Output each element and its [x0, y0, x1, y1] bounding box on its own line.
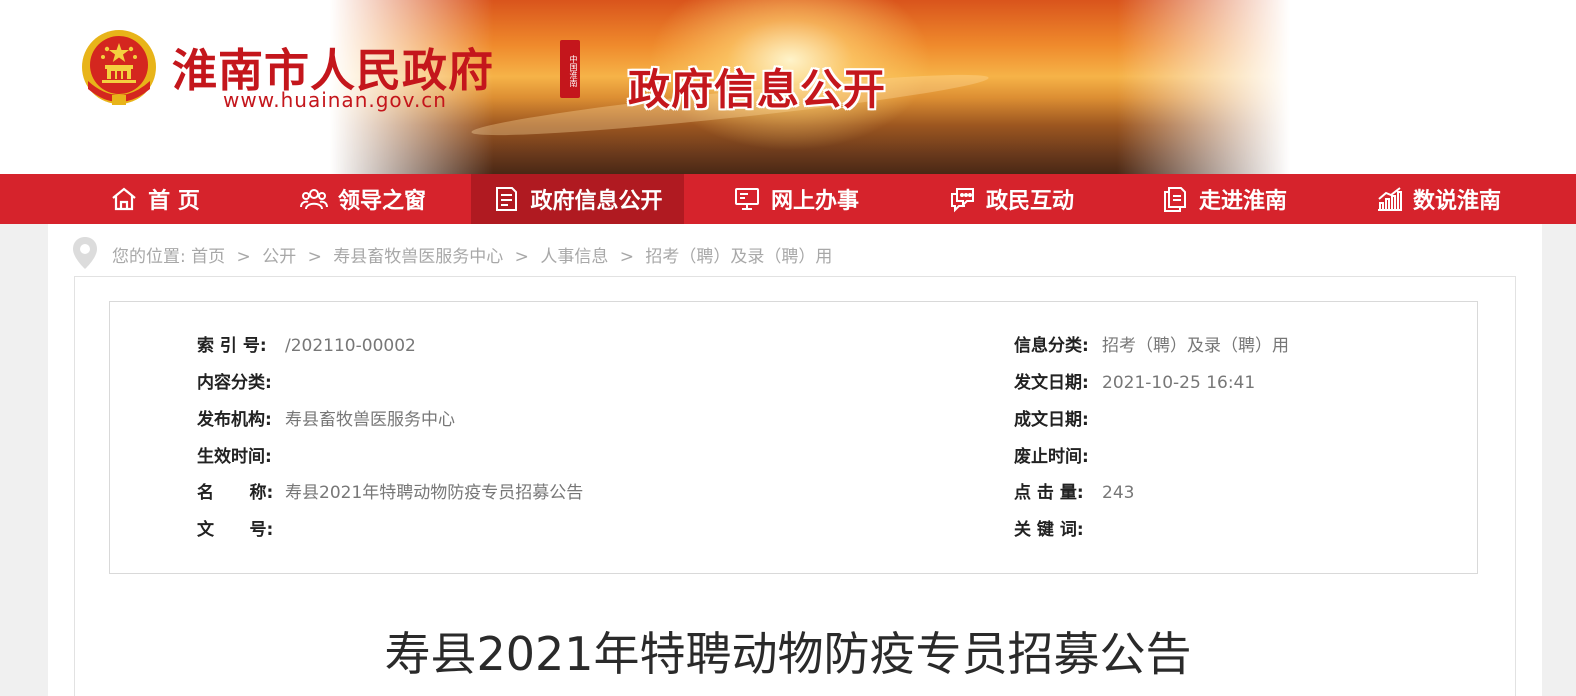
document-icon: [496, 187, 518, 211]
breadcrumb-item-agency[interactable]: 寿县畜牧兽医服务中心: [333, 247, 503, 267]
section-title: 政府信息公开: [628, 65, 887, 114]
seal-stamp: 中国淮南: [560, 40, 580, 98]
meta-views: 点 击 量: 243: [1014, 481, 1134, 505]
nav-item-gov-info[interactable]: 政府信息公开: [471, 174, 684, 224]
site-url[interactable]: www.huainan.gov.cn: [223, 88, 447, 112]
site-banner: 淮南市人民政府 www.huainan.gov.cn 中国淮南 政府信息公开: [0, 0, 1576, 174]
meta-category: 信息分类: 招考（聘）及录（聘）用: [1014, 334, 1289, 358]
breadcrumb-separator: >: [307, 247, 322, 267]
meta-value: /202110-00002: [285, 336, 416, 356]
meta-name: 名 称: 寿县2021年特聘动物防疫专员招募公告: [197, 481, 583, 505]
meta-label: 废止时间:: [1014, 447, 1089, 467]
meta-label: 名 称:: [197, 483, 274, 503]
nav-item-leaders[interactable]: 领导之窗: [270, 174, 456, 224]
meta-label: 内容分类:: [197, 373, 272, 393]
users-icon: [299, 189, 328, 210]
nav-label: 走进淮南: [1198, 189, 1287, 214]
nav-label: 政民互动: [985, 189, 1074, 214]
nav-label: 政府信息公开: [530, 189, 663, 214]
breadcrumb-item-public[interactable]: 公开: [262, 247, 296, 267]
main-nav: 首 页 领导之窗 政府信息公开 网上办事 政民互动 走进淮南 数说淮南: [0, 174, 1576, 224]
pages-icon: [1163, 187, 1186, 212]
breadcrumb: 您的位置: 首页 > 公开 > 寿县畜牧兽医服务中心 > 人事信息 > 招考（聘…: [112, 242, 832, 267]
meta-label: 生效时间:: [197, 447, 272, 467]
home-icon: [112, 187, 136, 211]
breadcrumb-item-recruitment[interactable]: 招考（聘）及录（聘）用: [645, 247, 832, 267]
breadcrumb-prefix: 您的位置:: [112, 247, 186, 267]
meta-label: 发布机构:: [197, 410, 272, 430]
chat-icon: [950, 188, 974, 213]
meta-label: 关 键 词:: [1014, 520, 1084, 540]
meta-label: 成文日期:: [1014, 410, 1089, 430]
national-emblem-icon: [82, 30, 156, 105]
meta-publish-date: 发文日期: 2021-10-25 16:41: [1014, 371, 1255, 395]
nav-item-online-services[interactable]: 网上办事: [710, 174, 882, 224]
meta-label: 点 击 量:: [1014, 483, 1084, 503]
nav-label: 网上办事: [770, 189, 859, 214]
breadcrumb-separator: >: [619, 247, 634, 267]
meta-value: 招考（聘）及录（聘）用: [1102, 336, 1289, 356]
meta-value: 2021-10-25 16:41: [1102, 373, 1256, 393]
meta-value: 243: [1102, 483, 1135, 503]
meta-label: 信息分类:: [1014, 336, 1089, 356]
nav-item-data[interactable]: 数说淮南: [1352, 174, 1524, 224]
nav-item-about[interactable]: 走进淮南: [1138, 174, 1310, 224]
nav-label: 数说淮南: [1412, 189, 1501, 214]
meta-label: 发文日期:: [1014, 373, 1089, 393]
meta-publisher: 发布机构: 寿县畜牧兽医服务中心: [197, 408, 455, 432]
meta-label: 文 号:: [197, 520, 274, 540]
article-title: 寿县2021年特聘动物防疫专员招募公告: [384, 627, 1192, 681]
breadcrumb-separator: >: [514, 247, 529, 267]
location-pin-icon: [73, 237, 97, 269]
breadcrumb-separator: >: [236, 247, 251, 267]
nav-item-home[interactable]: 首 页: [80, 174, 230, 224]
nav-label: 首 页: [148, 189, 200, 214]
nav-label: 领导之窗: [337, 189, 426, 214]
meta-index: 索 引 号: /202110-00002: [197, 334, 416, 358]
meta-doc-no: 文 号:: [197, 518, 285, 542]
nav-item-interaction[interactable]: 政民互动: [925, 174, 1097, 224]
breadcrumb-item-home[interactable]: 首页: [191, 247, 225, 267]
monitor-icon: [734, 188, 759, 210]
bar-chart-icon: [1377, 187, 1402, 211]
meta-content-type: 内容分类:: [197, 371, 285, 395]
meta-value: 寿县2021年特聘动物防疫专员招募公告: [285, 483, 584, 503]
breadcrumb-item-personnel[interactable]: 人事信息: [540, 247, 608, 267]
meta-written-date: 成文日期:: [1014, 408, 1102, 432]
meta-value: 寿县畜牧兽医服务中心: [285, 410, 455, 430]
meta-keywords: 关 键 词:: [1014, 518, 1102, 542]
meta-label: 索 引 号:: [197, 336, 267, 356]
meta-expire: 废止时间:: [1014, 445, 1102, 469]
meta-effective: 生效时间:: [197, 445, 285, 469]
